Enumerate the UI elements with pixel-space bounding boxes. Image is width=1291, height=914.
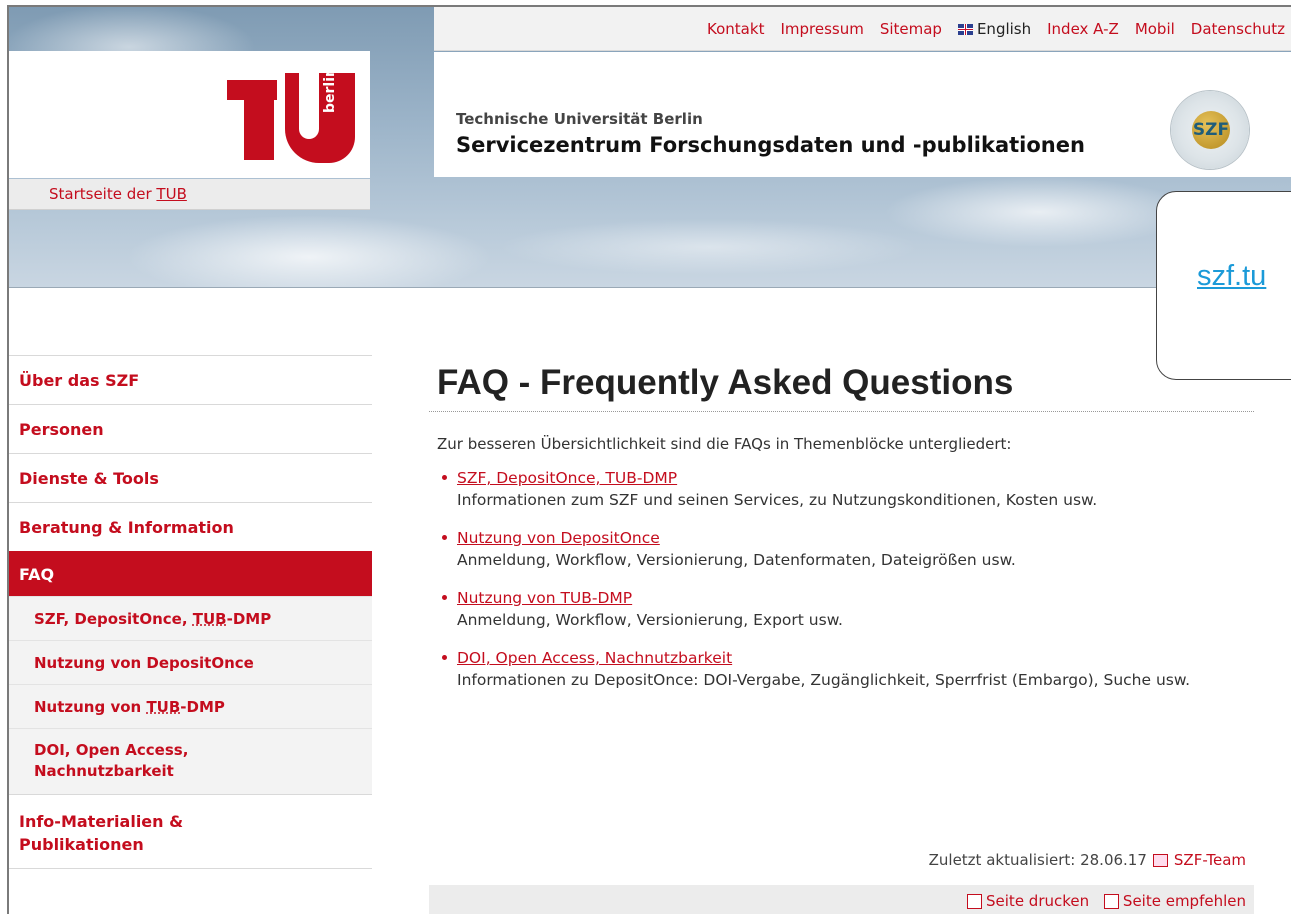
sub-label: SZF, DepositOnce, [34,610,193,628]
sidebar-item-faq[interactable]: FAQ [9,551,372,596]
logo-t-stem [244,80,274,160]
sidebar-item-personen[interactable]: Personen [9,404,372,453]
sidebar-item-beratung[interactable]: Beratung & Information [9,502,372,551]
sidebar-item-dienste[interactable]: Dienste & Tools [9,453,372,502]
sub-label-line2: Nachnutzbarkeit [34,762,174,780]
team-link[interactable]: SZF-Team [1174,851,1246,869]
topnav-english-label: English [976,19,1032,38]
topnav-impressum[interactable]: Impressum [780,20,863,38]
faq-desc: Anmeldung, Workflow, Versionierung, Date… [457,551,1016,569]
topnav-index[interactable]: Index A-Z [1047,20,1119,38]
faq-link-depositonce[interactable]: Nutzung von DepositOnce [457,529,660,547]
browser-frame: Kontakt Impressum Sitemap English Index … [7,5,1291,914]
faq-link-szf[interactable]: SZF, DepositOnce, TUB-DMP [457,469,677,487]
sidebar-item-info[interactable]: Info-Materialien & Publikationen [9,794,372,869]
recommend-icon[interactable] [1103,894,1119,909]
list-item: Nutzung von TUB-DMP Anmeldung, Workflow, … [429,587,1254,631]
page-title: FAQ - Frequently Asked Questions [429,363,1254,412]
main-content: FAQ - Frequently Asked Questions Zur bes… [429,355,1254,914]
logo-berlin-text: berlin [322,67,338,113]
print-icon[interactable] [967,894,983,909]
tub-abbr: TUB [146,698,181,716]
url-callout: szf.tu [1156,191,1291,380]
list-item: Nutzung von DepositOnce Anmeldung, Workfl… [429,527,1254,571]
topnav-mobil[interactable]: Mobil [1135,20,1175,38]
intro-text: Zur besseren Übersichtlichkeit sind die … [437,435,1012,453]
tub-abbr: TUB [192,610,227,628]
sidebar-item-ueber[interactable]: Über das SZF [9,355,372,404]
tub-abbr: TUB [156,185,187,203]
logo-u-inner [299,73,319,139]
szf-seal-label: SZF [1192,111,1230,149]
item-label-line1: Info-Materialien & [19,812,184,831]
sidebar-sub-doi[interactable]: DOI, Open Access, Nachnutzbarkeit [9,728,372,794]
callout-url[interactable]: szf.tu [1197,260,1266,293]
item-label-line2: Publikationen [19,835,144,854]
startseite-bar: Startseite der TUB [9,179,370,210]
institution-name: Technische Universität Berlin [456,110,703,128]
email-icon[interactable] [1152,854,1168,867]
top-navigation: Kontakt Impressum Sitemap English Index … [434,7,1291,51]
szf-seal-icon: SZF [1171,91,1249,169]
topnav-english[interactable]: English [957,19,1032,38]
startseite-link[interactable]: Startseite der TUB [49,185,187,203]
sidebar: Über das SZF Personen Dienste & Tools Be… [9,355,372,869]
startseite-prefix: Startseite der [49,185,157,203]
faq-link-doi[interactable]: DOI, Open Access, Nachnutzbarkeit [457,649,732,667]
list-item: SZF, DepositOnce, TUB-DMP Informationen z… [429,467,1254,511]
print-link[interactable]: Seite drucken [986,892,1089,910]
faq-list: SZF, DepositOnce, TUB-DMP Informationen z… [429,467,1254,691]
logo-u-shape [285,73,355,163]
topnav-datenschutz[interactable]: Datenschutz [1191,20,1285,38]
topnav-kontakt[interactable]: Kontakt [707,20,764,38]
sub-label-line1: DOI, Open Access, [34,741,189,759]
faq-desc: Anmeldung, Workflow, Versionierung, Expo… [457,611,843,629]
faq-desc: Informationen zu DepositOnce: DOI-Vergab… [457,671,1191,689]
sidebar-sub-szf[interactable]: SZF, DepositOnce, TUB-DMP [9,596,372,640]
page-actions-bar: Seite drucken Seite empfehlen [429,885,1254,914]
list-item: DOI, Open Access, Nachnutzbarkeit Informa… [429,647,1254,691]
sub-label: Nutzung von [34,698,147,716]
site-title-box: Technische Universität Berlin Servicezen… [434,52,1291,177]
sub-label: -DMP [226,610,272,628]
last-updated: Zuletzt aktualisiert: 28.06.17 SZF-Team [929,851,1246,869]
unit-name: Servicezentrum Forschungsdaten und -publ… [456,133,1085,157]
updated-label: Zuletzt aktualisiert: 28.06.17 [928,851,1147,869]
tu-berlin-logo[interactable]: berlin [9,51,370,178]
faq-desc: Informationen zum SZF und seinen Service… [457,491,1098,509]
sidebar-sub-tubdmp[interactable]: Nutzung von TUB-DMP [9,684,372,728]
sub-label: -DMP [180,698,225,716]
uk-flag-icon [957,23,973,35]
topnav-sitemap[interactable]: Sitemap [880,20,942,38]
recommend-link[interactable]: Seite empfehlen [1123,892,1246,910]
sidebar-sub-depositonce[interactable]: Nutzung von DepositOnce [9,640,372,684]
faq-link-tubdmp[interactable]: Nutzung von TUB-DMP [457,589,632,607]
